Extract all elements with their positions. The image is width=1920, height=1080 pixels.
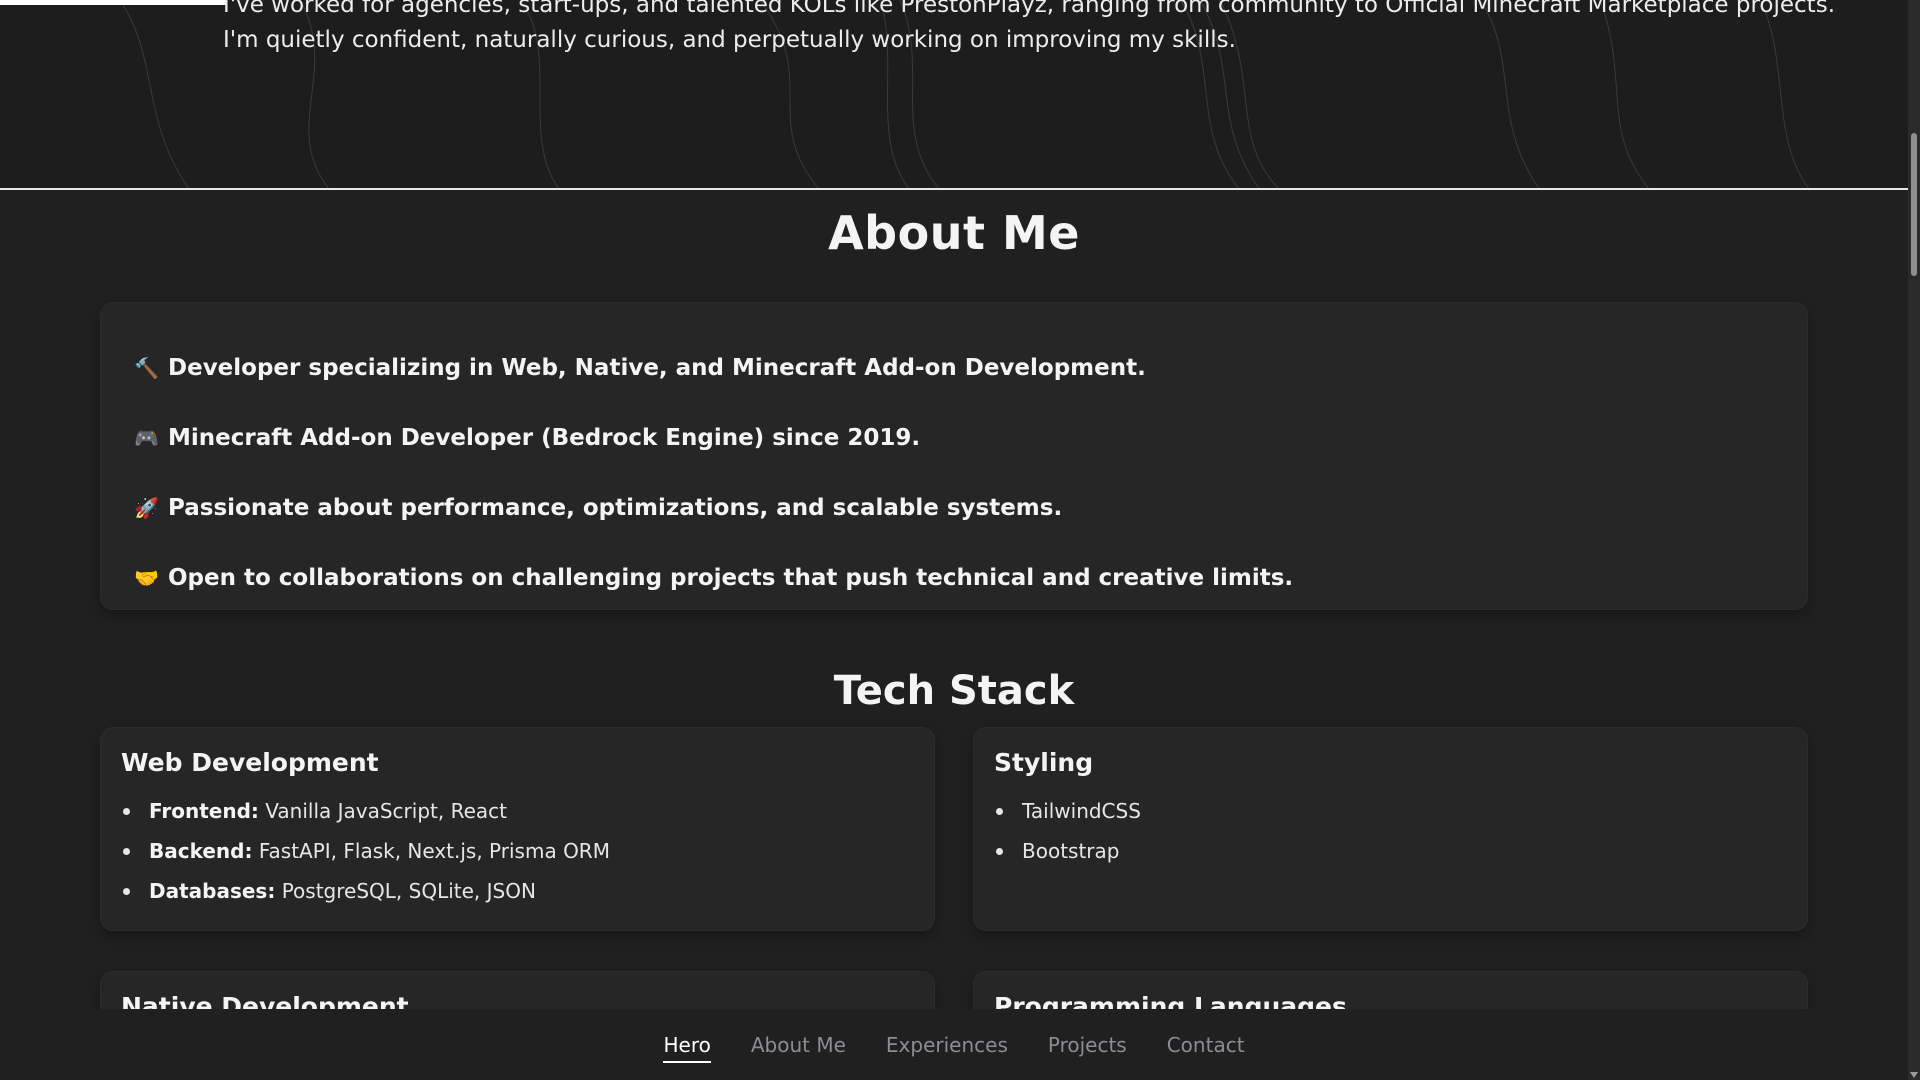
list-item-label: Databases:: [149, 879, 276, 903]
about-item: 🎮 Minecraft Add-on Developer (Bedrock En…: [134, 403, 1774, 473]
about-item: 🤝 Open to collaborations on challenging …: [134, 543, 1774, 613]
list-item: Frontend: Vanilla JavaScript, React: [121, 791, 914, 831]
styling-card: Styling TailwindCSS Bootstrap: [974, 728, 1807, 930]
list-item: Backend: FastAPI, Flask, Next.js, Prisma…: [121, 831, 914, 871]
about-title: About Me: [828, 206, 1080, 260]
gamepad-icon: 🎮: [134, 426, 159, 450]
bottom-nav: Hero About Me Experiences Projects Conta…: [0, 1009, 1908, 1080]
hammer-icon: 🔨: [134, 356, 159, 380]
tech-stack-title: Tech Stack: [833, 668, 1075, 714]
hero-section: I've worked for agencies, start-ups, and…: [0, 0, 1908, 190]
hero-text: I've worked for agencies, start-ups, and…: [223, 0, 1835, 58]
about-item-text: Developer specializing in Web, Native, a…: [168, 355, 1146, 381]
list-item-label: Backend:: [149, 839, 253, 863]
nav-item-about-me[interactable]: About Me: [751, 1033, 846, 1061]
handshake-icon: 🤝: [134, 566, 159, 590]
hero-top-bar: [0, 0, 226, 5]
list-item-value: PostgreSQL, SQLite, JSON: [281, 879, 536, 903]
card-title: Web Development: [121, 748, 379, 777]
list-item: Bootstrap: [994, 831, 1787, 871]
about-item-text: Minecraft Add-on Developer (Bedrock Engi…: [168, 425, 921, 451]
web-development-card: Web Development Frontend: Vanilla JavaSc…: [101, 728, 934, 930]
about-item-text: Open to collaborations on challenging pr…: [168, 565, 1294, 591]
page-scrollbar[interactable]: [1908, 0, 1920, 1080]
nav-item-hero[interactable]: Hero: [663, 1033, 711, 1063]
list-item-value: Vanilla JavaScript, React: [265, 799, 507, 823]
list-item: TailwindCSS: [994, 791, 1787, 831]
rocket-icon: 🚀: [134, 496, 159, 520]
nav-item-projects[interactable]: Projects: [1048, 1033, 1127, 1061]
list-item-label: Frontend:: [149, 799, 259, 823]
styling-list: TailwindCSS Bootstrap: [994, 791, 1787, 871]
nav-item-contact[interactable]: Contact: [1167, 1033, 1245, 1061]
about-item-text: Passionate about performance, optimizati…: [168, 495, 1063, 521]
about-card: 🔨 Developer specializing in Web, Native,…: [101, 303, 1807, 609]
about-item: 🚀 Passionate about performance, optimiza…: [134, 473, 1774, 543]
scrollbar-thumb[interactable]: [1911, 133, 1917, 276]
scroll-down-arrow-icon[interactable]: [1910, 1072, 1918, 1078]
card-title: Styling: [994, 748, 1094, 777]
web-stack-list: Frontend: Vanilla JavaScript, React Back…: [121, 791, 914, 911]
hero-line-1: I've worked for agencies, start-ups, and…: [223, 0, 1835, 18]
about-item: 🔨 Developer specializing in Web, Native,…: [134, 333, 1774, 403]
list-item-value: FastAPI, Flask, Next.js, Prisma ORM: [258, 839, 610, 863]
hero-line-2: I'm quietly confident, naturally curious…: [223, 27, 1236, 53]
nav-item-experiences[interactable]: Experiences: [886, 1033, 1008, 1061]
list-item: Databases: PostgreSQL, SQLite, JSON: [121, 871, 914, 911]
